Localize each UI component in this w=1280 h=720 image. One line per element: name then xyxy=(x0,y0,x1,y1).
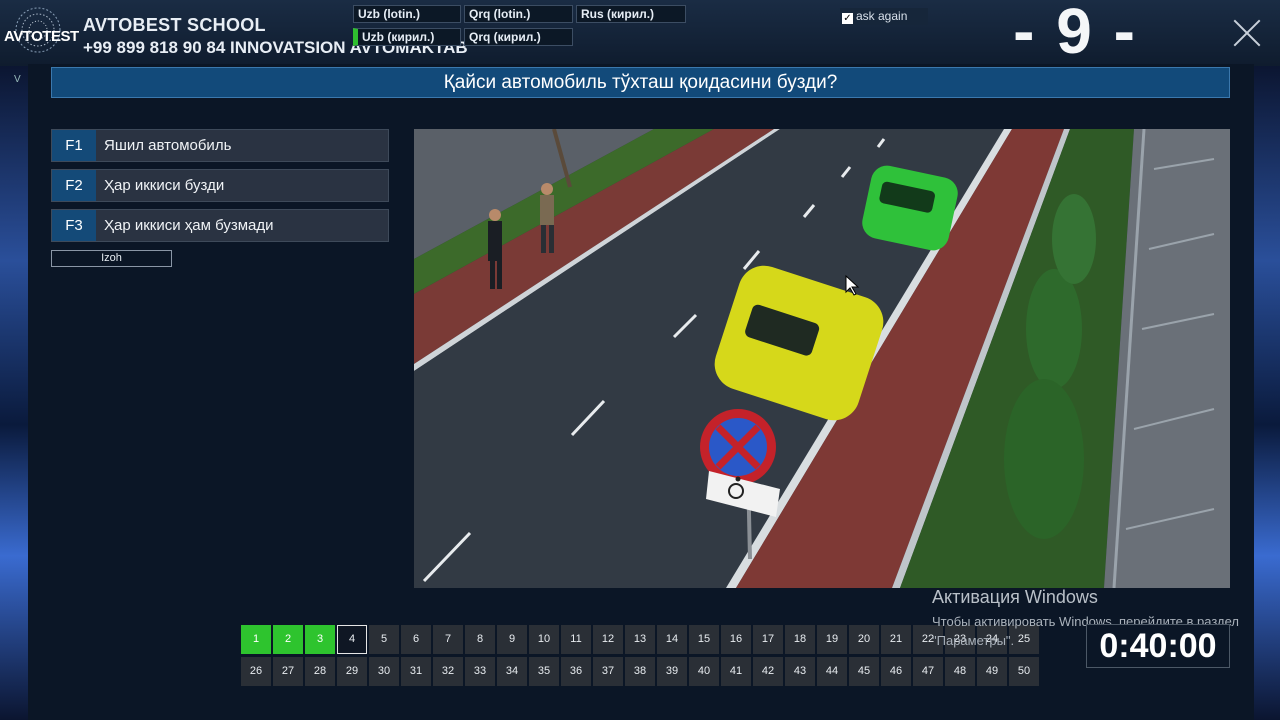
answer-key: F1 xyxy=(52,130,96,161)
answer-option-2[interactable]: F2 Ҳар иккиси бузди xyxy=(51,169,389,202)
question-nav-cell[interactable]: 13 xyxy=(625,625,655,654)
road-scene-illustration xyxy=(414,129,1230,588)
question-number: - 9 - xyxy=(1013,0,1137,67)
right-decoration xyxy=(1254,64,1280,720)
question-nav-cell[interactable]: 26 xyxy=(241,657,271,686)
lang-qrq-cyrillic-button[interactable]: Qrq (кирил.) xyxy=(464,28,573,46)
question-nav-cell[interactable]: 39 xyxy=(657,657,687,686)
exam-timer: 0:40:00 xyxy=(1086,624,1230,668)
question-nav-cell[interactable]: 20 xyxy=(849,625,879,654)
question-nav-cell[interactable]: 16 xyxy=(721,625,751,654)
ask-again-checkbox[interactable]: ✓ ask again xyxy=(840,8,928,25)
windows-activation-title: Активация Windows xyxy=(932,587,1098,607)
question-nav-cell[interactable]: 36 xyxy=(561,657,591,686)
question-nav-cell[interactable]: 17 xyxy=(753,625,783,654)
izoh-button[interactable]: Izoh xyxy=(51,250,172,267)
answer-key: F2 xyxy=(52,170,96,201)
question-nav-cell[interactable]: 4 xyxy=(337,625,367,654)
question-nav-cell[interactable]: 8 xyxy=(465,625,495,654)
question-nav-cell[interactable]: 31 xyxy=(401,657,431,686)
logo-text: AVTOTEST xyxy=(4,28,79,45)
logo: AVTOTEST xyxy=(4,6,79,60)
question-nav-cell[interactable]: 44 xyxy=(817,657,847,686)
question-nav-cell[interactable]: 12 xyxy=(593,625,623,654)
question-nav-cell[interactable]: 3 xyxy=(305,625,335,654)
question-nav-cell[interactable]: 48 xyxy=(945,657,975,686)
question-nav-cell[interactable]: 15 xyxy=(689,625,719,654)
question-nav-cell[interactable]: 45 xyxy=(849,657,879,686)
question-nav-cell[interactable]: 2 xyxy=(273,625,303,654)
question-nav-cell[interactable]: 29 xyxy=(337,657,367,686)
answer-text: Ҳар иккиси ҳам бузмади xyxy=(104,217,274,234)
checkbox-checked-icon: ✓ xyxy=(842,13,853,24)
lang-uzb-cyrillic-button[interactable]: Uzb (кирил.) xyxy=(353,28,461,46)
question-nav-cell[interactable]: 28 xyxy=(305,657,335,686)
question-image xyxy=(414,129,1230,588)
question-nav-cell[interactable]: 40 xyxy=(689,657,719,686)
answer-text: Яшил автомобиль xyxy=(104,137,232,154)
question-nav-cell[interactable]: 7 xyxy=(433,625,463,654)
question-nav-cell[interactable]: 46 xyxy=(881,657,911,686)
question-nav-cell[interactable]: 32 xyxy=(433,657,463,686)
question-nav-cell[interactable]: 21 xyxy=(881,625,911,654)
question-nav-cell[interactable]: 6 xyxy=(401,625,431,654)
question-nav-cell[interactable]: 9 xyxy=(497,625,527,654)
question-text: Қайси автомобиль тўхташ қоидасини бузди? xyxy=(51,67,1230,98)
school-name: AVTOBEST SCHOOL xyxy=(83,15,266,35)
question-nav-cell[interactable]: 42 xyxy=(753,657,783,686)
lang-rus-cyrillic-button[interactable]: Rus (кирил.) xyxy=(576,5,686,23)
question-nav-cell[interactable]: 49 xyxy=(977,657,1007,686)
question-nav-cell[interactable]: 5 xyxy=(369,625,399,654)
question-nav-cell[interactable]: 33 xyxy=(465,657,495,686)
answer-key: F3 xyxy=(52,210,96,241)
question-nav-cell[interactable]: 30 xyxy=(369,657,399,686)
left-decoration xyxy=(0,64,28,720)
question-nav-cell[interactable]: 10 xyxy=(529,625,559,654)
question-nav-cell[interactable]: 50 xyxy=(1009,657,1039,686)
side-letter: V xyxy=(14,74,21,85)
answer-option-3[interactable]: F3 Ҳар иккиси ҳам бузмади xyxy=(51,209,389,242)
answer-option-1[interactable]: F1 Яшил автомобиль xyxy=(51,129,389,162)
question-nav-cell[interactable]: 11 xyxy=(561,625,591,654)
lang-qrq-latin-button[interactable]: Qrq (lotin.) xyxy=(464,5,573,23)
question-nav-cell[interactable]: 1 xyxy=(241,625,271,654)
question-nav-cell[interactable]: 35 xyxy=(529,657,559,686)
question-nav-cell[interactable]: 27 xyxy=(273,657,303,686)
question-nav-cell[interactable]: 41 xyxy=(721,657,751,686)
question-nav-cell[interactable]: 14 xyxy=(657,625,687,654)
close-button[interactable] xyxy=(1232,18,1262,48)
question-nav-cell[interactable]: 19 xyxy=(817,625,847,654)
question-nav-cell[interactable]: 47 xyxy=(913,657,943,686)
question-nav-cell[interactable]: 43 xyxy=(785,657,815,686)
lang-uzb-latin-button[interactable]: Uzb (lotin.) xyxy=(353,5,461,23)
answer-text: Ҳар иккиси бузди xyxy=(104,177,225,194)
question-nav-cell[interactable]: 37 xyxy=(593,657,623,686)
question-nav-cell[interactable]: 38 xyxy=(625,657,655,686)
question-nav-cell[interactable]: 18 xyxy=(785,625,815,654)
question-nav-cell[interactable]: 34 xyxy=(497,657,527,686)
header-bar: AVTOTEST AVTOBEST SCHOOL +99 899 818 90 … xyxy=(0,0,1280,67)
ask-again-label: ask again xyxy=(856,9,908,23)
